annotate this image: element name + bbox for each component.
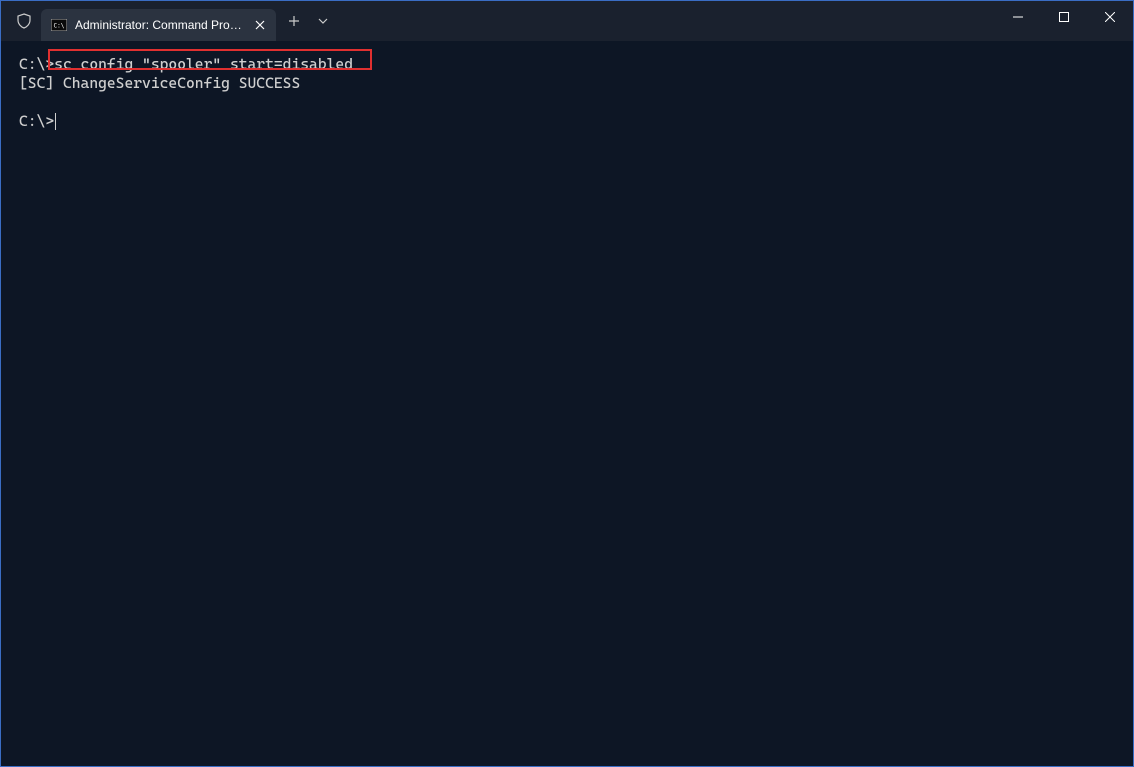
command-text: sc config "spooler" start=disabled <box>54 55 353 73</box>
terminal-line-3: C:\> <box>19 112 1115 131</box>
terminal-line-1: C:\>sc config "spooler" start=disabled <box>19 55 1115 74</box>
tab-title: Administrator: Command Prompt <box>75 18 244 32</box>
tab-dropdown-button[interactable] <box>310 5 336 37</box>
prompt: C:\> <box>19 55 54 73</box>
tab-actions <box>278 1 336 41</box>
titlebar-left: C:\ Administrator: Command Prompt <box>1 1 336 41</box>
svg-text:C:\: C:\ <box>54 23 65 30</box>
text-cursor <box>55 113 56 130</box>
tab-cmd[interactable]: C:\ Administrator: Command Prompt <box>41 9 276 41</box>
new-tab-button[interactable] <box>278 5 310 37</box>
tab-close-button[interactable] <box>252 17 268 33</box>
terminal-window: C:\ Administrator: Command Prompt <box>0 0 1134 767</box>
prompt: C:\> <box>19 112 54 130</box>
terminal-blank-line <box>19 93 1115 112</box>
titlebar[interactable]: C:\ Administrator: Command Prompt <box>1 1 1133 41</box>
window-controls <box>995 1 1133 41</box>
terminal-body[interactable]: C:\>sc config "spooler" start=disabled [… <box>1 41 1133 766</box>
minimize-button[interactable] <box>995 1 1041 33</box>
shield-icon <box>15 12 33 30</box>
maximize-button[interactable] <box>1041 1 1087 33</box>
terminal-line-2: [SC] ChangeServiceConfig SUCCESS <box>19 74 1115 93</box>
close-window-button[interactable] <box>1087 1 1133 33</box>
cmd-icon: C:\ <box>51 17 67 33</box>
